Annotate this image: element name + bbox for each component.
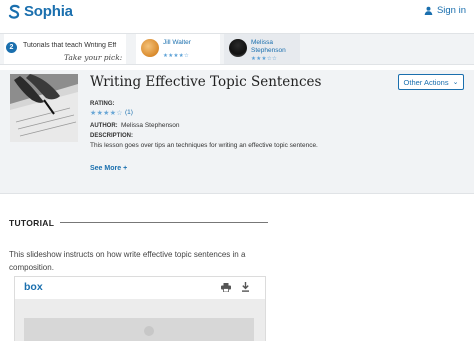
tutorial-heading: TUTORIAL [9, 218, 55, 228]
author-label: AUTHOR: [90, 123, 118, 129]
teacher-name: Melissa Stephenson [251, 39, 286, 54]
loading-indicator [144, 326, 154, 336]
box-logo[interactable]: box [24, 281, 43, 293]
divider [60, 222, 268, 223]
lesson-title: Writing Effective Topic Sentences [90, 74, 322, 90]
teacher-card-melissa-stephenson[interactable]: Melissa Stephenson ★★★☆☆ [224, 34, 300, 64]
avatar [229, 39, 247, 57]
tutorials-strip: 2 Tutorials that teach Writing Eff Take … [0, 33, 474, 65]
other-actions-label: Other Actions [403, 77, 449, 87]
teacher-card-jill-walter[interactable]: Jill Walter ★★★★☆ [136, 34, 220, 64]
lesson-description: This lesson goes over tips an techniques… [90, 142, 318, 149]
person-icon [424, 6, 433, 15]
sign-in-link[interactable]: Sign in [424, 5, 466, 16]
sign-in-label: Sign in [436, 5, 466, 16]
avatar [141, 39, 159, 57]
logo-text: Sophia [24, 2, 73, 20]
take-your-pick-label: Take your pick: [64, 53, 123, 62]
teacher-name: Jill Walter [163, 39, 191, 46]
lesson-panel: Writing Effective Topic Sentences Other … [0, 70, 474, 194]
author-name: Melissa Stephenson [121, 122, 180, 129]
teacher-name-line-1: Melissa [251, 39, 274, 46]
other-actions-button[interactable]: Other Actions ⌄ [398, 74, 464, 90]
tutorials-count-panel: 2 Tutorials that teach Writing Eff Take … [4, 34, 126, 64]
tutorial-count-badge: 2 [6, 42, 17, 53]
tutorials-strip-text: Tutorials that teach Writing Eff [23, 42, 117, 49]
rating-label: RATING: [90, 101, 115, 107]
sophia-logo-icon [8, 4, 21, 19]
chevron-down-icon: ⌄ [452, 79, 459, 86]
sophia-logo[interactable]: Sophia [8, 2, 73, 20]
teacher-rating-stars: ★★★☆☆ [251, 56, 278, 62]
print-icon[interactable] [221, 283, 231, 292]
see-more-link[interactable]: See More + [90, 165, 127, 172]
download-icon[interactable] [241, 282, 250, 292]
rating-count[interactable]: (1) [125, 109, 133, 116]
tutorial-description: This slideshow instructs on how write ef… [9, 250, 246, 272]
top-bar: Sophia Sign in [0, 0, 474, 26]
teacher-rating-stars: ★★★★☆ [163, 53, 190, 59]
description-label: DESCRIPTION: [90, 133, 134, 139]
teacher-name-line-2: Stephenson [251, 46, 286, 54]
slide-preview [24, 318, 254, 341]
lesson-thumbnail [10, 74, 78, 142]
rating-stars[interactable]: ★★★★☆ [90, 109, 123, 117]
